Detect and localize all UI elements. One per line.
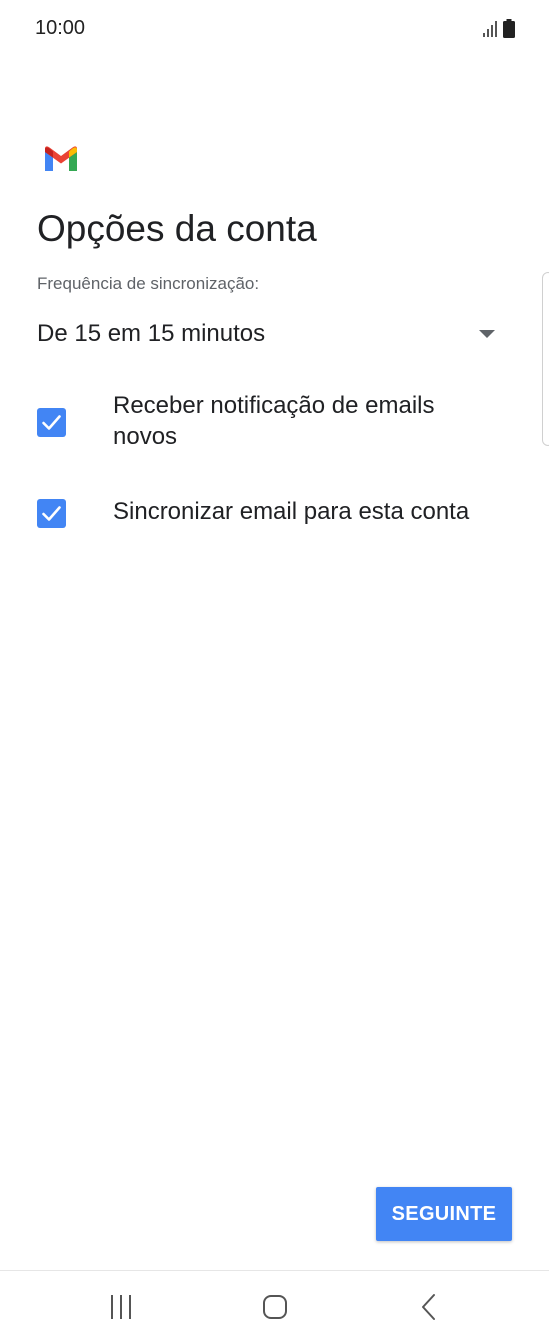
sync-email-label: Sincronizar email para esta conta [113,498,470,525]
new-email-notification-label: Receber notificação de emails novos [113,392,435,450]
new-email-notification-checkbox[interactable] [37,408,66,437]
back-icon [422,1294,435,1320]
status-time: 10:00 [35,17,86,39]
home-button[interactable] [235,1271,315,1341]
status-bar: 10:00 [0,0,549,58]
battery-icon [503,19,515,38]
recent-apps-button[interactable] [81,1271,161,1341]
sync-email-option[interactable]: Sincronizar email para esta conta [37,496,507,532]
checkmark-icon [42,415,61,430]
sync-email-checkbox[interactable] [37,499,66,528]
dropdown-arrow-icon [479,330,495,338]
next-button[interactable]: SEGUINTE [376,1187,512,1241]
page-title: Opções da conta [37,208,317,249]
sync-frequency-label: Frequência de sincronização: [37,274,260,293]
recent-apps-icon [111,1295,131,1319]
checkmark-icon [42,506,61,521]
navigation-bar [0,1270,549,1342]
edge-panel-handle[interactable] [542,272,549,446]
back-button[interactable] [390,1271,470,1341]
home-icon [263,1295,287,1319]
sync-frequency-value: De 15 em 15 minutos [37,320,266,347]
new-email-notification-option[interactable]: Receber notificação de emails novos [37,390,507,454]
gmail-logo [45,146,77,171]
sync-frequency-dropdown[interactable]: De 15 em 15 minutos [37,310,501,358]
signal-icon [483,21,497,37]
